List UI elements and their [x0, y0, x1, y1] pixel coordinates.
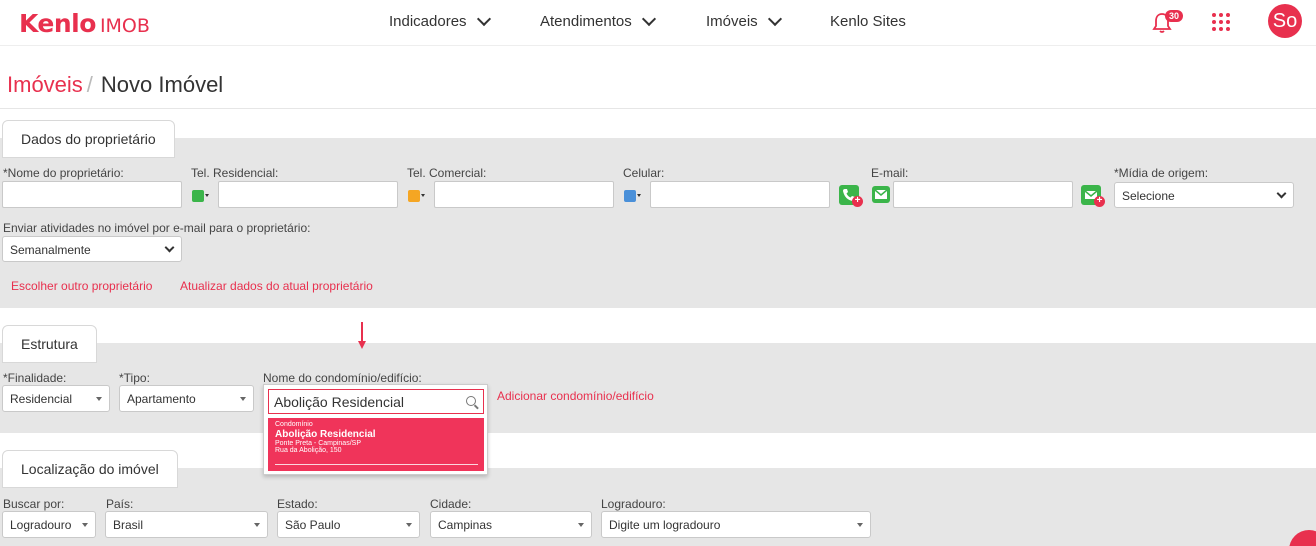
nav-kenlo-sites[interactable]: Kenlo Sites: [830, 13, 906, 30]
update-owner-link[interactable]: Atualizar dados do atual proprietário: [180, 279, 373, 293]
owner-section-title: Dados do proprietário: [2, 120, 175, 158]
buscar-select[interactable]: Logradouro: [2, 511, 96, 538]
owner-name-label: *Nome do proprietário:: [3, 166, 124, 180]
email-icon: [872, 186, 890, 203]
caret-down-icon: [240, 397, 246, 401]
logradouro-select[interactable]: Digite um logradouro: [601, 511, 871, 538]
email-input[interactable]: [893, 181, 1073, 208]
cidade-select[interactable]: Campinas: [430, 511, 592, 538]
tipo-value: Apartamento: [127, 392, 196, 406]
caret-down-icon: [82, 523, 88, 527]
avatar[interactable]: So: [1268, 4, 1302, 38]
condo-autocomplete: Abolição Residencial Condomínio Abolição…: [263, 384, 488, 475]
tipo-select[interactable]: Apartamento: [119, 385, 254, 412]
buscar-label: Buscar por:: [3, 497, 65, 511]
suggestion-category: Condomínio: [275, 421, 313, 428]
breadcrumb: Imóveis / Novo Imóvel: [7, 72, 223, 98]
phone-type-comercial-select[interactable]: [407, 187, 426, 204]
breadcrumb-imoveis-link[interactable]: Imóveis: [7, 72, 83, 98]
tel-residencial-label: Tel. Residencial:: [191, 166, 279, 180]
email-label: E-mail:: [871, 166, 909, 180]
caret-down-icon: [578, 523, 584, 527]
logradouro-label: Logradouro:: [601, 497, 666, 511]
owner-name-input[interactable]: [2, 181, 182, 208]
activity-frequency-select[interactable]: Semanalmente: [2, 236, 182, 262]
buscar-value: Logradouro: [10, 518, 72, 532]
pais-label: País:: [106, 497, 134, 511]
caret-down-icon: [406, 523, 412, 527]
top-navbar: Kenlo IMOB Indicadores Atendimentos Imóv…: [0, 0, 1316, 46]
breadcrumb-separator: /: [86, 72, 93, 97]
pais-select[interactable]: Brasil: [105, 511, 268, 538]
midia-origem-select[interactable]: Selecione: [1114, 182, 1294, 208]
phone-type-celular-select[interactable]: [623, 187, 642, 204]
condo-search-input[interactable]: Abolição Residencial: [268, 389, 484, 414]
finalidade-value: Residencial: [10, 392, 73, 406]
caret-down-icon: [96, 397, 102, 401]
location-section-title: Localização do imóvel: [2, 450, 178, 488]
suggestion-divider: [275, 464, 478, 465]
estado-label: Estado:: [277, 497, 318, 511]
suggestion-location: Ponte Preta - Campinas/SP: [275, 440, 361, 447]
plus-icon: +: [1094, 196, 1105, 207]
logradouro-value: Digite um logradouro: [609, 518, 721, 532]
caret-down-icon: [254, 523, 260, 527]
nav-imoveis[interactable]: Imóveis: [706, 11, 782, 30]
breadcrumb-divider: [0, 108, 1316, 109]
finalidade-label: *Finalidade:: [3, 371, 67, 385]
nav-atendimentos-label: Atendimentos: [540, 13, 632, 30]
chevron-down-icon: [476, 11, 491, 26]
structure-section-title: Estrutura: [2, 325, 97, 363]
celular-label: Celular:: [623, 166, 665, 180]
chevron-down-icon: [1276, 188, 1287, 199]
tel-comercial-input[interactable]: [434, 181, 614, 208]
condo-search-value: Abolição Residencial: [274, 394, 404, 410]
tel-residencial-input[interactable]: [218, 181, 398, 208]
chevron-down-icon: [767, 11, 782, 26]
suggestion-address: Rua da Abolição, 150: [275, 447, 342, 454]
celular-input[interactable]: [650, 181, 830, 208]
tel-comercial-label: Tel. Comercial:: [407, 166, 487, 180]
arrow-down-icon: [358, 322, 366, 349]
choose-other-owner-link[interactable]: Escolher outro proprietário: [11, 279, 152, 293]
cidade-label: Cidade:: [430, 497, 472, 511]
condo-suggestion-item[interactable]: Condomínio Abolição Residencial Ponte Pr…: [268, 418, 484, 471]
phone-type-residencial-select[interactable]: [191, 187, 210, 204]
add-condo-link[interactable]: Adicionar condomínio/edifício: [497, 389, 654, 403]
pais-value: Brasil: [113, 518, 144, 532]
tipo-label: *Tipo:: [119, 371, 150, 385]
nav-imoveis-label: Imóveis: [706, 13, 758, 30]
caret-down-icon: [857, 523, 863, 527]
apps-grid-icon[interactable]: [1212, 13, 1230, 31]
activity-email-label: Enviar atividades no imóvel por e-mail p…: [3, 221, 311, 235]
chevron-down-icon: [641, 11, 656, 26]
phone-icon: [624, 189, 636, 202]
condo-label: Nome do condomínio/edifício:: [263, 371, 422, 385]
suggestion-name: Abolição Residencial: [275, 429, 376, 440]
kenlo-logo[interactable]: Kenlo IMOB: [19, 9, 150, 38]
nav-indicadores-label: Indicadores: [389, 13, 467, 30]
phone-icon: [408, 189, 420, 202]
activity-frequency-value: Semanalmente: [10, 243, 91, 257]
notification-badge: 30: [1165, 10, 1184, 22]
cidade-value: Campinas: [438, 518, 493, 532]
page-title: Novo Imóvel: [100, 72, 224, 97]
chevron-down-icon: [164, 242, 175, 253]
logo-product: IMOB: [99, 15, 150, 37]
estado-value: São Paulo: [285, 518, 341, 532]
plus-icon: +: [852, 196, 863, 207]
estado-select[interactable]: São Paulo: [277, 511, 420, 538]
nav-indicadores[interactable]: Indicadores: [389, 11, 491, 30]
logo-brand: Kenlo: [19, 9, 96, 38]
nav-kenlo-sites-label: Kenlo Sites: [830, 13, 906, 30]
finalidade-select[interactable]: Residencial: [2, 385, 110, 412]
nav-atendimentos[interactable]: Atendimentos: [540, 11, 656, 30]
search-icon: [466, 396, 476, 406]
midia-origem-label: *Mídia de origem:: [1114, 166, 1209, 180]
phone-icon: [192, 189, 204, 202]
midia-origem-value: Selecione: [1122, 189, 1175, 203]
